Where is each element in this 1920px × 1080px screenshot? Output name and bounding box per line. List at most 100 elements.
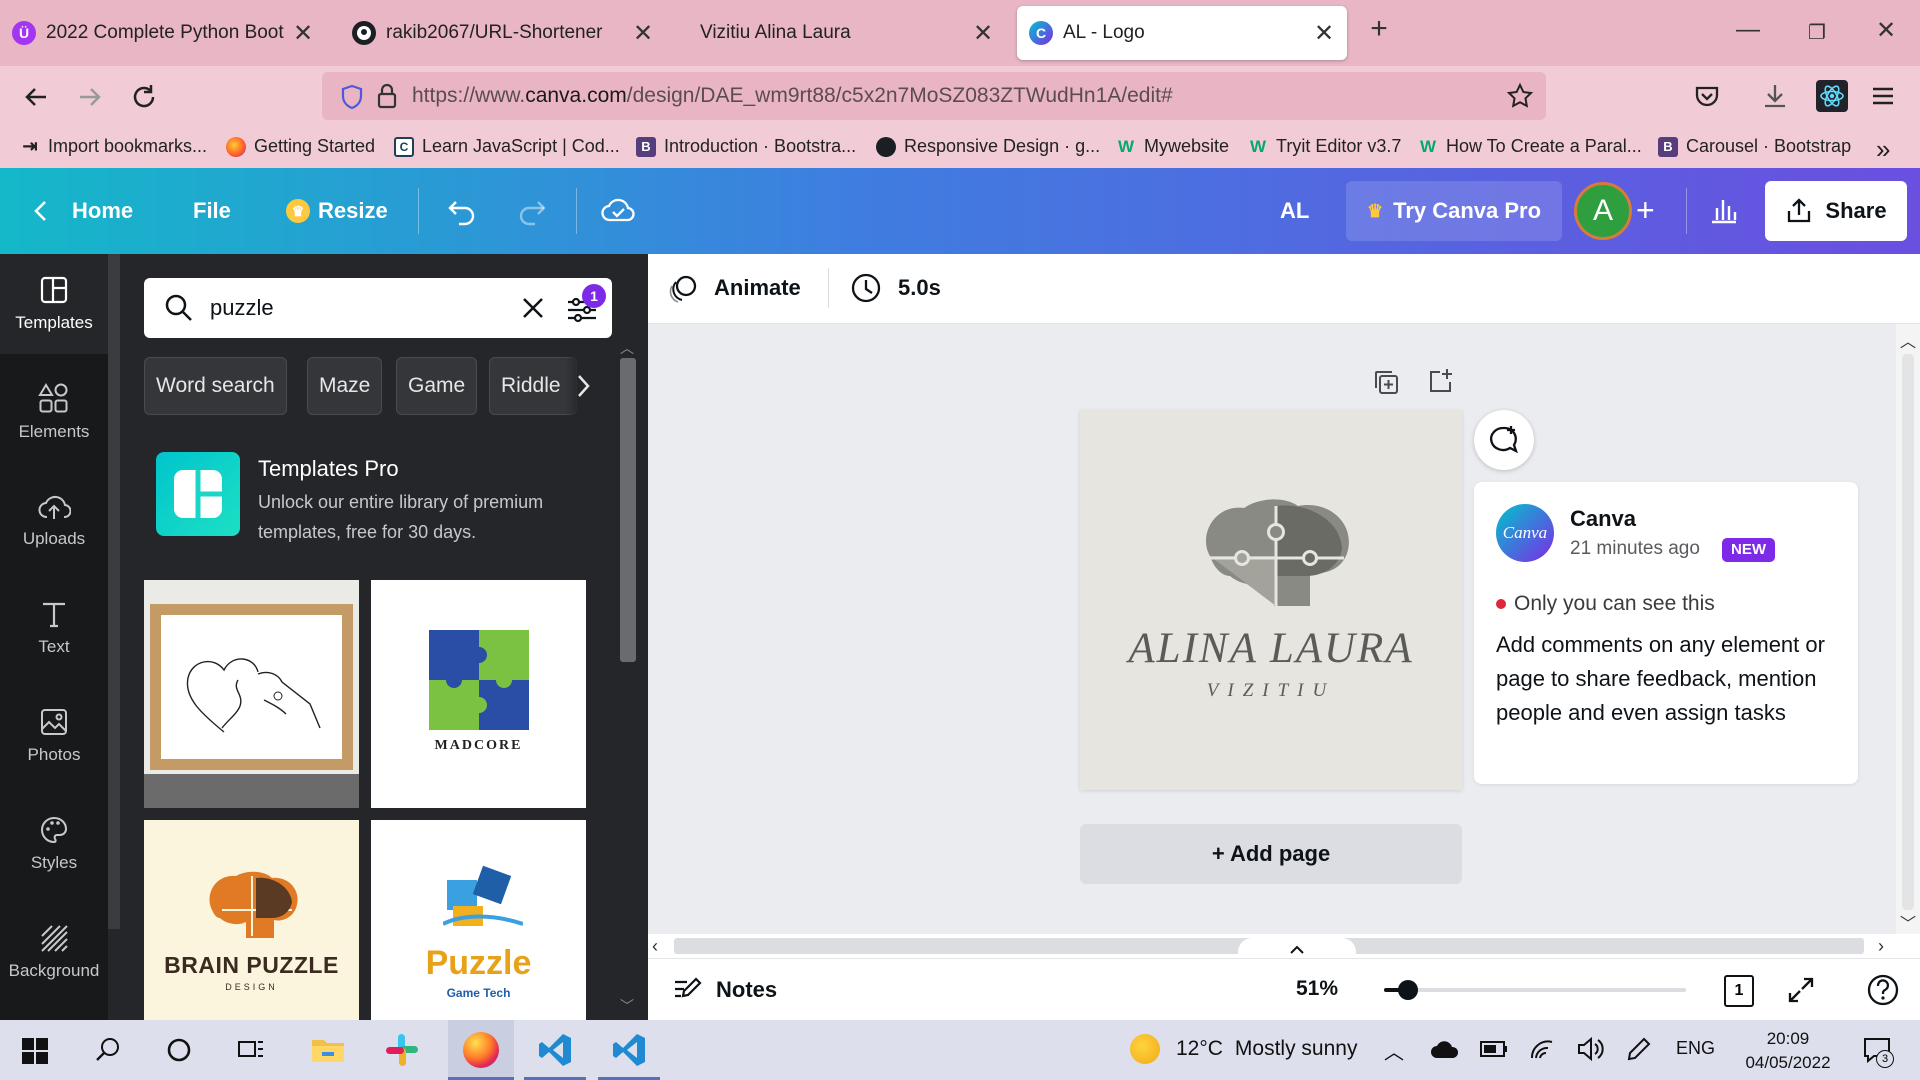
bookmark-responsive-design[interactable]: Responsive Design · g... (876, 136, 1100, 157)
tray-chevron-up-icon[interactable]: ︿ (1384, 1036, 1404, 1065)
bookmark-parallax[interactable]: W How To Create a Paral... (1418, 136, 1642, 157)
template-thumb-madcore[interactable]: MADCORE (371, 580, 586, 808)
zoom-percent[interactable]: 51% (1296, 977, 1338, 1001)
design-surname-text[interactable]: VIZITIU (1080, 680, 1462, 702)
bookmark-star-icon[interactable] (1506, 82, 1534, 110)
duplicate-page-icon[interactable] (1372, 368, 1400, 396)
chip-game[interactable]: Game (396, 357, 478, 415)
wifi-icon[interactable] (1528, 1036, 1556, 1062)
home-button[interactable]: Home (30, 168, 133, 254)
task-view-icon[interactable] (236, 1036, 266, 1064)
pen-icon[interactable] (1624, 1036, 1652, 1064)
scroll-left-icon[interactable]: ‹ (652, 936, 658, 957)
template-thumb-puzzle-game[interactable]: Puzzle Game Tech (371, 820, 586, 1020)
browser-tab-github[interactable]: rakib2067/URL-Shortener ✕ (340, 6, 666, 60)
bookmark-mywebsite[interactable]: W Mywebsite (1116, 136, 1229, 157)
browser-tab-python[interactable]: Ü 2022 Complete Python Bootcamp ✕ (0, 6, 326, 60)
zoom-slider[interactable] (1384, 980, 1686, 1000)
scroll-up-icon[interactable]: ︿ (620, 338, 634, 358)
share-button[interactable]: Share (1765, 181, 1907, 241)
bookmark-tryit-editor[interactable]: W Tryit Editor v3.7 (1248, 136, 1401, 157)
browser-tab-canva[interactable]: C AL - Logo ✕ (1017, 6, 1347, 60)
browser-tab-vizitiu[interactable]: Vizitiu Alina Laura ✕ (680, 6, 1006, 60)
rail-item-styles[interactable]: Styles (0, 794, 108, 894)
bookmark-getting-started[interactable]: Getting Started (226, 136, 375, 157)
lock-icon[interactable] (376, 83, 398, 109)
file-explorer-icon[interactable] (310, 1034, 346, 1064)
scroll-up-icon[interactable]: ︿ (1900, 328, 1916, 352)
bookmark-carousel[interactable]: B Carousel · Bootstrap (1658, 136, 1851, 157)
page-count-button[interactable]: 1 (1724, 975, 1754, 1007)
template-search-input[interactable]: puzzle 1 (144, 278, 612, 338)
window-close-icon[interactable]: ✕ (1869, 16, 1903, 45)
scrollbar-thumb[interactable] (1902, 354, 1914, 910)
forward-arrow-icon[interactable] (74, 81, 106, 113)
template-thumb-heart-puzzle[interactable] (144, 580, 359, 808)
slack-icon[interactable] (384, 1032, 420, 1068)
bookmark-learn-js[interactable]: C Learn JavaScript | Cod... (394, 136, 620, 157)
scroll-down-icon[interactable]: ﹀ (1900, 910, 1916, 934)
redo-icon[interactable] (516, 194, 548, 226)
design-name-text[interactable]: ALINA LAURA (1080, 624, 1462, 673)
cloud-saved-icon[interactable] (600, 192, 636, 228)
close-tab-icon[interactable]: ✕ (292, 19, 314, 48)
new-tab-button[interactable]: + (1362, 12, 1396, 46)
hamburger-menu-icon[interactable] (1868, 81, 1898, 111)
taskbar-firefox-active[interactable] (448, 1020, 514, 1080)
minimize-icon[interactable]: — (1731, 16, 1765, 44)
volume-icon[interactable] (1576, 1036, 1604, 1062)
add-collaborator-icon[interactable]: + (1636, 194, 1655, 226)
duration-button[interactable]: 5.0s (850, 272, 941, 304)
url-text[interactable]: https://www.canva.com/design/DAE_wm9rt88… (412, 84, 1173, 108)
back-arrow-icon[interactable] (20, 81, 52, 113)
more-bookmarks-icon[interactable]: » (1876, 134, 1890, 165)
chip-maze[interactable]: Maze (307, 357, 383, 415)
notification-center-icon[interactable]: 3 (1862, 1036, 1894, 1068)
cortana-icon[interactable] (165, 1036, 193, 1064)
rail-item-photos[interactable]: Photos (0, 686, 108, 786)
panel-scrollbar[interactable]: ︿ ﹀ (616, 334, 640, 1020)
battery-icon[interactable] (1480, 1040, 1508, 1058)
search-icon[interactable] (94, 1036, 122, 1064)
file-menu-button[interactable]: File (193, 168, 231, 254)
pocket-icon[interactable] (1692, 81, 1722, 111)
templates-pro-title[interactable]: Templates Pro (258, 456, 399, 482)
rail-item-uploads[interactable]: Uploads (0, 470, 108, 570)
react-devtools-icon[interactable] (1816, 80, 1848, 112)
close-tab-icon[interactable]: ✕ (632, 19, 654, 48)
rail-item-elements[interactable]: Elements (0, 362, 108, 462)
address-bar[interactable]: https://www.canva.com/design/DAE_wm9rt88… (322, 72, 1546, 120)
chip-word-search[interactable]: Word search (144, 357, 287, 415)
chips-next-chevron-icon[interactable] (566, 357, 600, 415)
avatar[interactable]: A (1574, 182, 1632, 240)
taskbar-vscode-2[interactable] (598, 1020, 660, 1080)
taskbar-vscode-1[interactable] (524, 1020, 586, 1080)
resize-button[interactable]: ♛ Resize (286, 168, 388, 254)
rail-item-templates[interactable]: Templates (0, 254, 108, 354)
design-page[interactable]: ALINA LAURA VIZITIU (1080, 410, 1462, 790)
close-tab-icon[interactable]: ✕ (1313, 19, 1335, 48)
scroll-down-icon[interactable]: ﹀ (620, 996, 634, 1016)
brain-puzzle-graphic[interactable] (1192, 496, 1356, 620)
document-title[interactable]: AL (1280, 168, 1309, 254)
insights-chart-icon[interactable] (1708, 194, 1740, 226)
onedrive-cloud-icon[interactable] (1430, 1038, 1460, 1060)
clock[interactable]: 20:09 04/05/2022 (1734, 1027, 1842, 1075)
help-icon[interactable] (1866, 973, 1900, 1007)
animate-button[interactable]: Animate (668, 272, 801, 304)
restore-icon[interactable]: ❐ (1800, 20, 1834, 45)
scroll-right-icon[interactable]: › (1878, 936, 1884, 957)
canvas-vertical-scrollbar[interactable]: ︿ ﹀ (1896, 324, 1920, 934)
rail-item-text[interactable]: Text (0, 578, 108, 678)
reload-icon[interactable] (128, 81, 160, 113)
try-canva-pro-button[interactable]: ♛ Try Canva Pro (1346, 181, 1562, 241)
undo-icon[interactable] (446, 194, 478, 226)
bookmark-import[interactable]: ⇥ Import bookmarks... (20, 136, 207, 157)
language-indicator[interactable]: ENG (1676, 1038, 1715, 1059)
add-comment-button[interactable] (1474, 410, 1534, 470)
add-page-icon[interactable] (1426, 366, 1454, 394)
scrollbar-thumb[interactable] (620, 358, 636, 662)
chip-riddle[interactable]: Riddle (489, 357, 577, 415)
rail-item-background[interactable]: Background (0, 902, 108, 1002)
zoom-slider-handle[interactable] (1398, 980, 1418, 1000)
